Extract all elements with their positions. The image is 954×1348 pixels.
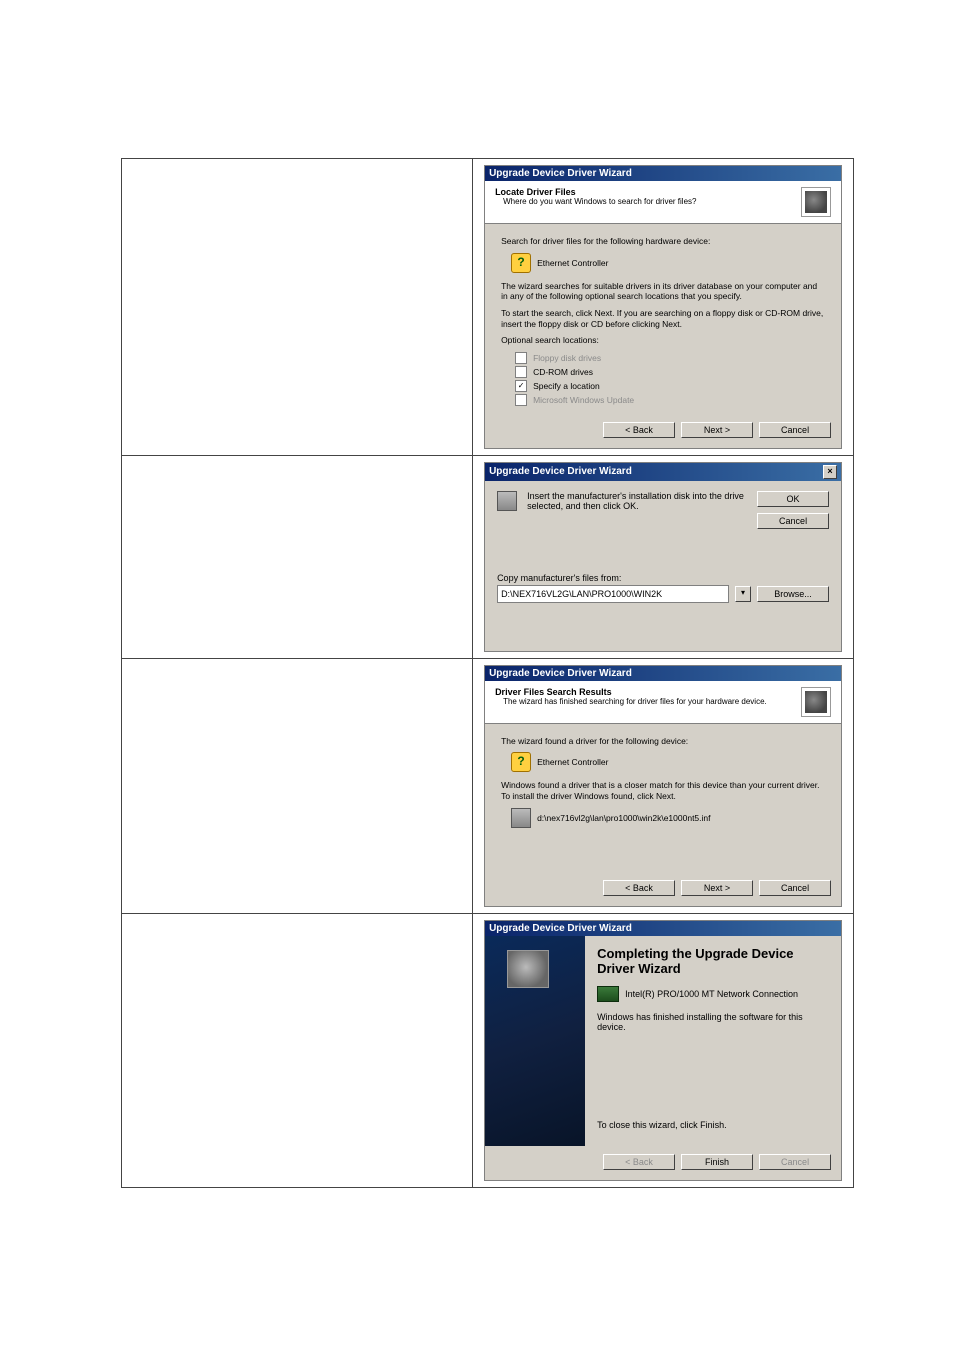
- title-bar: Upgrade Device Driver Wizard: [485, 666, 841, 681]
- title-bar: Upgrade Device Driver Wizard: [485, 921, 841, 936]
- back-button: < Back: [603, 1154, 675, 1170]
- question-device-icon: ?: [511, 752, 531, 772]
- header-title: Locate Driver Files: [495, 187, 696, 197]
- search-desc-1: The wizard searches for suitable drivers…: [501, 281, 825, 302]
- caption-cell-3: [122, 658, 473, 913]
- header-subtitle: The wizard has finished searching for dr…: [503, 697, 767, 706]
- close-icon[interactable]: ×: [823, 465, 837, 479]
- optional-locations-label: Optional search locations:: [501, 335, 825, 346]
- title-bar: Upgrade Device Driver Wizard ×: [485, 463, 841, 481]
- header-band: Locate Driver Files Where do you want Wi…: [485, 181, 841, 224]
- wizard-icon: [801, 687, 831, 717]
- caption-cell-2: [122, 455, 473, 658]
- caption-cell-4: [122, 913, 473, 1187]
- header-subtitle: Where do you want Windows to search for …: [503, 197, 696, 206]
- copy-from-label: Copy manufacturer's files from:: [497, 573, 829, 583]
- dialog-body: Completing the Upgrade Device Driver Wiz…: [485, 936, 841, 1146]
- search-desc-2: To start the search, click Next. If you …: [501, 308, 825, 329]
- screenshot-cell-3: Upgrade Device Driver Wizard Driver File…: [473, 658, 854, 913]
- title-text: Upgrade Device Driver Wizard: [489, 466, 632, 477]
- checkbox-specify[interactable]: ✓: [515, 380, 527, 392]
- finish-button[interactable]: Finish: [681, 1154, 753, 1170]
- completing-title: Completing the Upgrade Device Driver Wiz…: [597, 946, 829, 976]
- label-specify: Specify a location: [533, 381, 600, 391]
- back-button[interactable]: < Back: [603, 880, 675, 896]
- title-text: Upgrade Device Driver Wizard: [489, 168, 632, 179]
- cancel-button[interactable]: Cancel: [757, 513, 829, 529]
- inf-file-icon: [511, 808, 531, 828]
- caption-cell-1: [122, 159, 473, 456]
- next-button[interactable]: Next >: [681, 880, 753, 896]
- wizard-dialog-locate: Upgrade Device Driver Wizard Locate Driv…: [484, 165, 842, 449]
- question-device-icon: ?: [511, 253, 531, 273]
- cancel-button[interactable]: Cancel: [759, 422, 831, 438]
- title-text: Upgrade Device Driver Wizard: [489, 923, 632, 934]
- device-name: Ethernet Controller: [537, 258, 608, 268]
- cancel-button[interactable]: Cancel: [759, 880, 831, 896]
- wizard-dialog-complete: Upgrade Device Driver Wizard Completing …: [484, 920, 842, 1181]
- nic-name: Intel(R) PRO/1000 MT Network Connection: [625, 989, 798, 999]
- ok-button[interactable]: OK: [757, 491, 829, 507]
- label-floppy: Floppy disk drives: [533, 353, 601, 363]
- title-text: Upgrade Device Driver Wizard: [489, 668, 632, 679]
- wizard-icon: [801, 187, 831, 217]
- label-cdrom: CD-ROM drives: [533, 367, 593, 377]
- wizard-side-graphic: [485, 936, 585, 1146]
- title-bar: Upgrade Device Driver Wizard: [485, 166, 841, 181]
- found-line: The wizard found a driver for the follow…: [501, 736, 825, 747]
- next-button[interactable]: Next >: [681, 422, 753, 438]
- checkbox-floppy[interactable]: [515, 352, 527, 364]
- wizard-dialog-insert-disk: Upgrade Device Driver Wizard × Insert th…: [484, 462, 842, 652]
- screenshot-cell-1: Upgrade Device Driver Wizard Locate Driv…: [473, 159, 854, 456]
- insert-disk-message: Insert the manufacturer's installation d…: [527, 491, 747, 511]
- dialog-body: The wizard found a driver for the follow…: [485, 724, 841, 872]
- label-windows-update: Microsoft Windows Update: [533, 395, 634, 405]
- browse-button[interactable]: Browse...: [757, 586, 829, 602]
- header-title: Driver Files Search Results: [495, 687, 767, 697]
- device-name: Ethernet Controller: [537, 757, 608, 767]
- header-band: Driver Files Search Results The wizard h…: [485, 681, 841, 724]
- path-input[interactable]: D:\NEX716VL2G\LAN\PRO1000\WIN2K: [497, 585, 729, 603]
- search-for-line: Search for driver files for the followin…: [501, 236, 825, 247]
- close-wizard-line: To close this wizard, click Finish.: [597, 1120, 829, 1130]
- back-button[interactable]: < Back: [603, 422, 675, 438]
- screenshot-cell-2: Upgrade Device Driver Wizard × Insert th…: [473, 455, 854, 658]
- checkbox-cdrom[interactable]: [515, 366, 527, 378]
- finished-installing-line: Windows has finished installing the soft…: [597, 1012, 829, 1032]
- inf-path: d:\nex716vl2g\lan\pro1000\win2k\e1000nt5…: [537, 813, 710, 823]
- cancel-button: Cancel: [759, 1154, 831, 1170]
- screenshot-cell-4: Upgrade Device Driver Wizard Completing …: [473, 913, 854, 1187]
- path-value: D:\NEX716VL2G\LAN\PRO1000\WIN2K: [501, 589, 662, 599]
- dialog-body: Insert the manufacturer's installation d…: [485, 481, 841, 651]
- disk-icon: [497, 491, 517, 511]
- wizard-dialog-search-results: Upgrade Device Driver Wizard Driver File…: [484, 665, 842, 907]
- dropdown-arrow-icon[interactable]: ▾: [735, 586, 751, 602]
- doc-table: Upgrade Device Driver Wizard Locate Driv…: [121, 158, 854, 1188]
- closer-match-line: Windows found a driver that is a closer …: [501, 780, 825, 801]
- dialog-body: Search for driver files for the followin…: [485, 224, 841, 414]
- network-card-icon: [597, 986, 619, 1002]
- checkbox-windows-update[interactable]: [515, 394, 527, 406]
